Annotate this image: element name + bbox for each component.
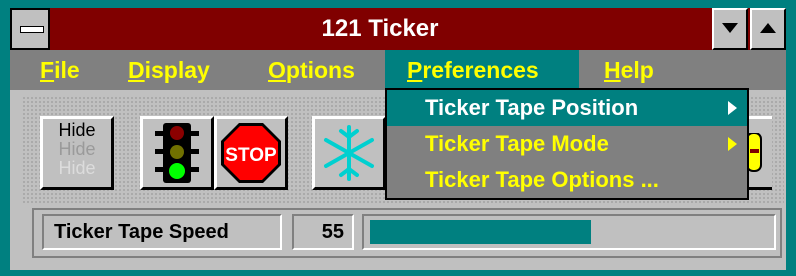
menu-item-ticker-tape-position[interactable]: Ticker Tape Position bbox=[387, 90, 747, 126]
menu-help[interactable]: Help bbox=[604, 50, 654, 90]
menu-file[interactable]: File bbox=[40, 50, 80, 90]
svg-text:STOP: STOP bbox=[225, 145, 277, 166]
menu-options[interactable]: Options bbox=[268, 50, 355, 90]
traffic-light-button[interactable] bbox=[140, 116, 214, 190]
speed-slider-fill[interactable] bbox=[370, 220, 591, 244]
triangle-up-icon bbox=[760, 23, 776, 33]
speed-label: Ticker Tape Speed bbox=[42, 214, 282, 250]
speed-value: 55 bbox=[292, 214, 354, 250]
system-menu-button[interactable] bbox=[10, 8, 50, 50]
partial-icon bbox=[747, 133, 762, 172]
system-menu-icon bbox=[20, 26, 44, 33]
hide-label: Hide Hide Hide bbox=[58, 120, 96, 178]
stop-button[interactable]: STOP bbox=[214, 116, 288, 190]
freeze-button[interactable] bbox=[312, 116, 386, 190]
submenu-arrow-icon bbox=[728, 101, 737, 115]
hide-button[interactable]: Hide Hide Hide bbox=[40, 116, 114, 190]
menu-display[interactable]: Display bbox=[128, 50, 210, 90]
triangle-down-icon bbox=[722, 23, 738, 33]
stop-sign-icon: STOP bbox=[221, 123, 281, 183]
submenu-arrow-icon bbox=[728, 137, 737, 151]
window-title: 121 Ticker bbox=[321, 15, 439, 42]
traffic-light-icon bbox=[155, 123, 199, 183]
minimize-button[interactable] bbox=[712, 8, 748, 50]
snowflake-icon bbox=[324, 125, 374, 181]
menu-item-ticker-tape-options[interactable]: Ticker Tape Options ... bbox=[387, 162, 747, 198]
menu-preferences[interactable]: Preferences bbox=[385, 50, 579, 90]
menu-item-ticker-tape-mode[interactable]: Ticker Tape Mode bbox=[387, 126, 747, 162]
maximize-button[interactable] bbox=[750, 8, 786, 50]
